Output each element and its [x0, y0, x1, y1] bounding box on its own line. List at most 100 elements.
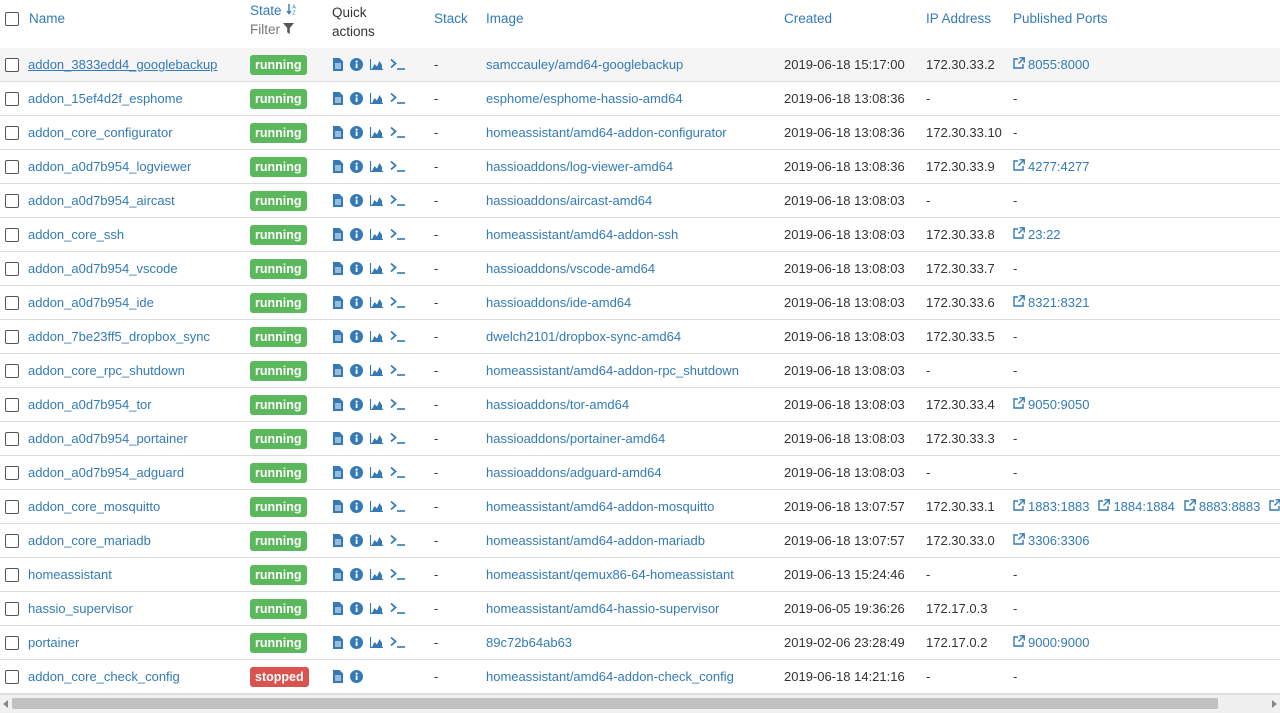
- row-checkbox[interactable]: [5, 92, 19, 106]
- row-checkbox[interactable]: [5, 228, 19, 242]
- published-port-link[interactable]: 1884:1884: [1098, 499, 1175, 514]
- container-name-link[interactable]: addon_core_ssh: [28, 227, 124, 242]
- container-name-link[interactable]: addon_a0d7b954_logviewer: [28, 159, 191, 174]
- container-name-link[interactable]: addon_a0d7b954_tor: [28, 397, 152, 412]
- image-link[interactable]: 89c72b64ab63: [486, 635, 572, 650]
- image-link[interactable]: samccauley/amd64-googlebackup: [486, 57, 683, 72]
- container-name-link[interactable]: addon_core_check_config: [28, 669, 180, 684]
- row-checkbox[interactable]: [5, 500, 19, 514]
- inspect-icon[interactable]: [350, 670, 363, 684]
- inspect-icon[interactable]: [350, 160, 363, 174]
- published-port-link[interactable]: 9000:9000: [1013, 635, 1089, 650]
- container-name-link[interactable]: hassio_supervisor: [28, 601, 133, 616]
- inspect-icon[interactable]: [350, 194, 363, 208]
- image-link[interactable]: hassioaddons/tor-amd64: [486, 397, 629, 412]
- image-link[interactable]: hassioaddons/adguard-amd64: [486, 465, 662, 480]
- image-link[interactable]: homeassistant/amd64-addon-configurator: [486, 125, 727, 140]
- logs-icon[interactable]: [333, 160, 343, 174]
- published-port-link[interactable]: 9050:9050: [1013, 397, 1089, 412]
- stats-icon[interactable]: [369, 160, 383, 174]
- row-checkbox[interactable]: [5, 296, 19, 310]
- image-link[interactable]: homeassistant/amd64-hassio-supervisor: [486, 601, 719, 616]
- logs-icon[interactable]: [333, 228, 343, 242]
- console-icon[interactable]: [390, 636, 406, 650]
- container-name-link[interactable]: addon_3833edd4_googlebackup: [28, 57, 217, 72]
- image-link[interactable]: dwelch2101/dropbox-sync-amd64: [486, 329, 681, 344]
- image-link[interactable]: hassioaddons/portainer-amd64: [486, 431, 665, 446]
- logs-icon[interactable]: [333, 296, 343, 310]
- container-name-link[interactable]: addon_core_mariadb: [28, 533, 151, 548]
- image-link[interactable]: hassioaddons/aircast-amd64: [486, 193, 652, 208]
- column-state-header[interactable]: State AZ: [250, 3, 298, 18]
- console-icon[interactable]: [390, 126, 406, 140]
- image-link[interactable]: homeassistant/amd64-addon-mosquitto: [486, 499, 714, 514]
- image-link[interactable]: homeassistant/amd64-addon-mariadb: [486, 533, 705, 548]
- inspect-icon[interactable]: [350, 126, 363, 140]
- container-name-link[interactable]: addon_core_configurator: [28, 125, 173, 140]
- console-icon[interactable]: [390, 160, 406, 174]
- row-checkbox[interactable]: [5, 160, 19, 174]
- logs-icon[interactable]: [333, 262, 343, 276]
- console-icon[interactable]: [390, 534, 406, 548]
- state-filter[interactable]: Filter: [250, 22, 294, 37]
- image-link[interactable]: hassioaddons/ide-amd64: [486, 295, 631, 310]
- published-port-link[interactable]: 8055:8000: [1013, 57, 1089, 72]
- inspect-icon[interactable]: [350, 296, 363, 310]
- container-name-link[interactable]: portainer: [28, 635, 79, 650]
- inspect-icon[interactable]: [350, 228, 363, 242]
- row-checkbox[interactable]: [5, 466, 19, 480]
- container-name-link[interactable]: addon_core_mosquitto: [28, 499, 160, 514]
- column-name-header[interactable]: Name: [29, 11, 65, 26]
- inspect-icon[interactable]: [350, 398, 363, 412]
- column-stack-header[interactable]: Stack: [434, 11, 468, 26]
- console-icon[interactable]: [390, 398, 406, 412]
- logs-icon[interactable]: [333, 194, 343, 208]
- row-checkbox[interactable]: [5, 194, 19, 208]
- row-checkbox[interactable]: [5, 534, 19, 548]
- row-checkbox[interactable]: [5, 330, 19, 344]
- column-created-header[interactable]: Created: [784, 11, 832, 26]
- inspect-icon[interactable]: [350, 568, 363, 582]
- stats-icon[interactable]: [369, 330, 383, 344]
- inspect-icon[interactable]: [350, 636, 363, 650]
- image-link[interactable]: esphome/esphome-hassio-amd64: [486, 91, 683, 106]
- console-icon[interactable]: [390, 466, 406, 480]
- console-icon[interactable]: [390, 432, 406, 446]
- logs-icon[interactable]: [333, 398, 343, 412]
- logs-icon[interactable]: [333, 432, 343, 446]
- stats-icon[interactable]: [369, 228, 383, 242]
- row-checkbox[interactable]: [5, 364, 19, 378]
- logs-icon[interactable]: [333, 126, 343, 140]
- inspect-icon[interactable]: [350, 534, 363, 548]
- logs-icon[interactable]: [333, 58, 343, 72]
- stats-icon[interactable]: [369, 534, 383, 548]
- logs-icon[interactable]: [333, 534, 343, 548]
- stats-icon[interactable]: [369, 92, 383, 106]
- console-icon[interactable]: [390, 262, 406, 276]
- scroll-left-arrow[interactable]: [3, 700, 8, 708]
- logs-icon[interactable]: [333, 364, 343, 378]
- console-icon[interactable]: [390, 194, 406, 208]
- stats-icon[interactable]: [369, 364, 383, 378]
- stats-icon[interactable]: [369, 602, 383, 616]
- stats-icon[interactable]: [369, 126, 383, 140]
- stats-icon[interactable]: [369, 636, 383, 650]
- scrollbar-thumb[interactable]: [12, 698, 1218, 709]
- row-checkbox[interactable]: [5, 262, 19, 276]
- stats-icon[interactable]: [369, 500, 383, 514]
- inspect-icon[interactable]: [350, 262, 363, 276]
- image-link[interactable]: homeassistant/amd64-addon-check_config: [486, 669, 734, 684]
- published-port-link[interactable]: 3306:3306: [1013, 533, 1089, 548]
- console-icon[interactable]: [390, 364, 406, 378]
- row-checkbox[interactable]: [5, 432, 19, 446]
- row-checkbox[interactable]: [5, 58, 19, 72]
- scroll-right-arrow[interactable]: [1272, 700, 1277, 708]
- stats-icon[interactable]: [369, 194, 383, 208]
- sort-icon[interactable]: AZ: [285, 3, 298, 18]
- logs-icon[interactable]: [333, 330, 343, 344]
- image-link[interactable]: hassioaddons/vscode-amd64: [486, 261, 655, 276]
- inspect-icon[interactable]: [350, 432, 363, 446]
- logs-icon[interactable]: [333, 670, 343, 684]
- inspect-icon[interactable]: [350, 466, 363, 480]
- container-name-link[interactable]: addon_a0d7b954_ide: [28, 295, 154, 310]
